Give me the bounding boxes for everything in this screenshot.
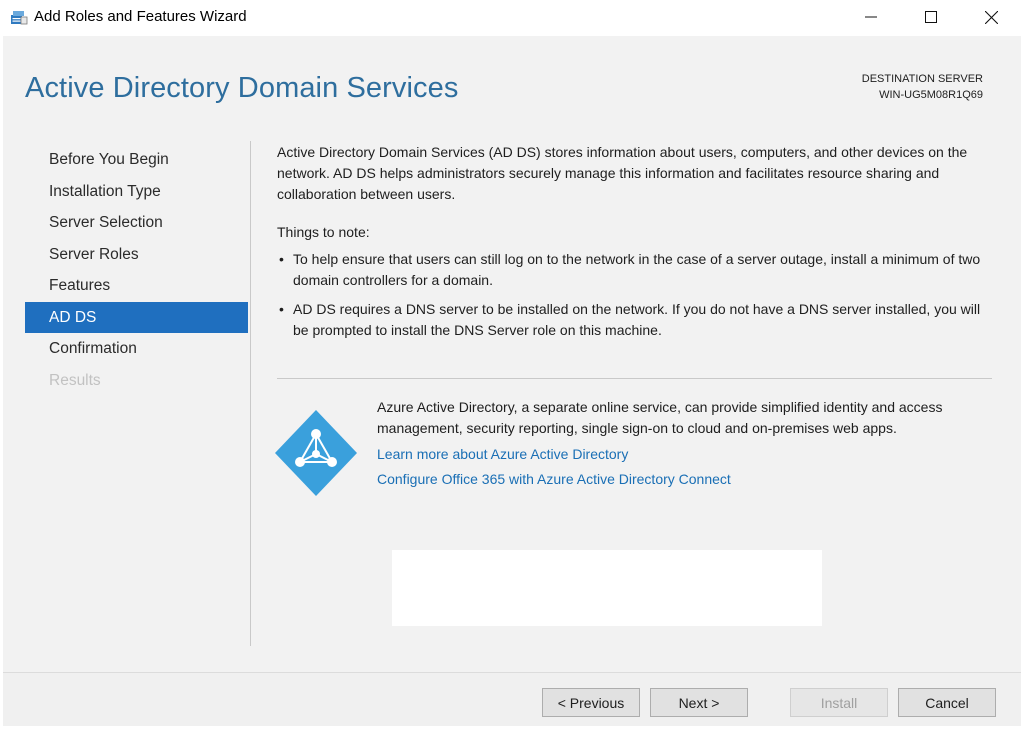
minimize-button[interactable] bbox=[848, 0, 894, 34]
install-button: Install bbox=[790, 688, 888, 717]
nav-item-server-selection[interactable]: Server Selection bbox=[25, 207, 248, 239]
intro-text: Active Directory Domain Services (AD DS)… bbox=[277, 144, 968, 202]
minimize-icon bbox=[865, 16, 877, 18]
previous-button[interactable]: < Previous bbox=[542, 688, 640, 717]
destination-server-label: DESTINATION SERVER bbox=[861, 73, 983, 85]
notes-list: To help ensure that users can still log … bbox=[277, 249, 997, 341]
section-divider bbox=[277, 378, 992, 379]
wizard-nav: Before You Begin Installation Type Serve… bbox=[25, 144, 248, 396]
blank-panel bbox=[392, 550, 822, 626]
destination-server: DESTINATION SERVER WIN-UG5M08R1Q69 bbox=[862, 71, 983, 103]
nav-item-ad-ds[interactable]: AD DS bbox=[25, 301, 248, 333]
server-manager-icon bbox=[10, 9, 28, 25]
window-title-bar[interactable]: Add Roles and Features Wizard bbox=[0, 0, 1028, 36]
learn-more-azure-link[interactable]: Learn more about Azure Active Directory bbox=[377, 444, 992, 465]
configure-office365-link[interactable]: Configure Office 365 with Azure Active D… bbox=[377, 469, 992, 490]
next-button[interactable]: Next > bbox=[650, 688, 748, 717]
nav-item-features[interactable]: Features bbox=[25, 270, 248, 302]
notes-heading: Things to note: bbox=[277, 224, 370, 240]
nav-item-before-you-begin[interactable]: Before You Begin bbox=[25, 144, 248, 176]
close-icon bbox=[984, 10, 998, 24]
azure-section: Azure Active Directory, a separate onlin… bbox=[377, 397, 992, 490]
nav-item-results: Results bbox=[49, 371, 101, 389]
nav-item-installation-type[interactable]: Installation Type bbox=[25, 176, 248, 208]
window-title: Add Roles and Features Wizard bbox=[34, 8, 247, 25]
azure-active-directory-icon bbox=[275, 410, 357, 496]
wizard-footer: < Previous Next > Install Cancel bbox=[3, 672, 1021, 726]
list-item: To help ensure that users can still log … bbox=[277, 249, 997, 291]
maximize-icon bbox=[925, 11, 937, 23]
close-button[interactable] bbox=[968, 0, 1014, 34]
nav-divider bbox=[250, 141, 251, 646]
cancel-button[interactable]: Cancel bbox=[898, 688, 996, 717]
azure-description: Azure Active Directory, a separate onlin… bbox=[377, 399, 943, 436]
wizard-window: Active Directory Domain Services DESTINA… bbox=[3, 36, 1021, 726]
page-title: Active Directory Domain Services bbox=[25, 72, 459, 104]
nav-item-server-roles[interactable]: Server Roles bbox=[25, 239, 248, 271]
main-content: Active Directory Domain Services (AD DS)… bbox=[277, 142, 997, 349]
maximize-button[interactable] bbox=[908, 0, 954, 34]
nav-item-confirmation[interactable]: Confirmation bbox=[25, 333, 248, 365]
list-item: AD DS requires a DNS server to be instal… bbox=[277, 299, 997, 341]
destination-server-name: WIN-UG5M08R1Q69 bbox=[879, 89, 983, 101]
